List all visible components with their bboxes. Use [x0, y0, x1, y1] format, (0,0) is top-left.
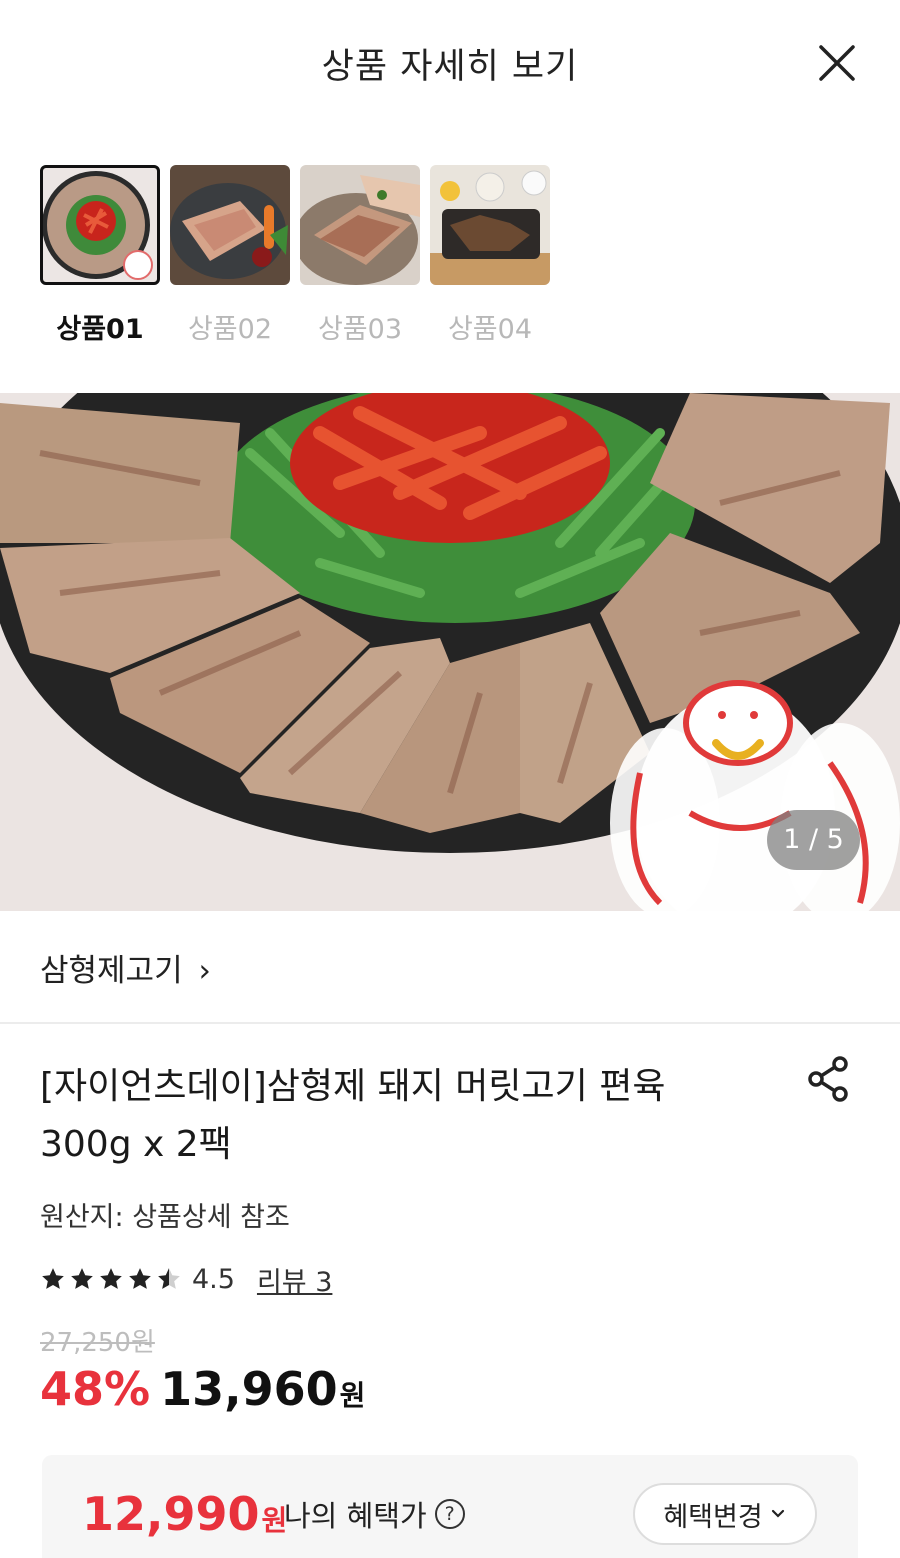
origin-info: 원산지: 상품상세 참조	[40, 1202, 290, 1233]
original-price: 27,250원	[40, 1328, 155, 1358]
share-button[interactable]	[804, 1054, 854, 1104]
product-title: [자이언츠데이]삼형제 돼지 머릿고기 편육 300g x 2팩	[40, 1058, 770, 1174]
rating-row: 4.5 리뷰 3	[40, 1260, 332, 1299]
chevron-down-icon	[771, 1509, 784, 1518]
star-icon	[129, 1268, 151, 1289]
thumbnail-image	[300, 165, 420, 285]
thumbnail-01[interactable]: 상품01	[40, 165, 160, 346]
product-main-image[interactable]	[0, 393, 900, 911]
thumbnail-03[interactable]: 상품03	[300, 165, 420, 346]
thumbnail-image	[430, 165, 550, 285]
close-button[interactable]	[814, 40, 860, 86]
star-icon	[71, 1268, 93, 1289]
benefit-price: 12,990 원	[82, 1487, 287, 1541]
thumbnail-label: 상품01	[56, 314, 144, 345]
price-unit: 원	[339, 1379, 366, 1412]
close-icon	[819, 45, 855, 81]
hero-photo	[0, 393, 900, 911]
star-icon	[42, 1268, 64, 1289]
star-icon	[100, 1268, 122, 1289]
thumbnail-label: 상품02	[187, 314, 273, 345]
thumbnail-label: 상품03	[317, 314, 403, 345]
rating-value: 4.5	[192, 1263, 235, 1295]
thumbnail-02[interactable]: 상품02	[170, 165, 290, 346]
benefit-label: 나의 혜택가	[284, 1499, 427, 1533]
discount-rate: 48%	[40, 1362, 151, 1416]
divider	[0, 1022, 900, 1024]
share-icon	[808, 1056, 848, 1102]
help-icon[interactable]: ?	[434, 1499, 465, 1529]
thumbnail-label: 상품04	[447, 314, 533, 345]
header: 상품 자세히 보기	[0, 0, 900, 125]
thumbnail-image	[170, 165, 290, 285]
store-link[interactable]: 삼형제고기 ›	[40, 945, 211, 990]
product-title-line2: 300g x 2팩	[40, 1124, 232, 1165]
review-link[interactable]: 리뷰 3	[257, 1260, 332, 1299]
product-title-line1: [자이언츠데이]삼형제 돼지 머릿고기 편육	[40, 1066, 666, 1107]
thumbnail-strip: 상품01 상품02 상품03 상품04	[40, 165, 640, 345]
thumbnail-04[interactable]: 상품04	[430, 165, 550, 346]
thumbnail-image	[40, 165, 160, 285]
benefit-label-group: 나의 혜택가 ?	[284, 1493, 465, 1535]
image-counter: 1 / 5	[767, 810, 860, 870]
half-star-icon	[158, 1268, 180, 1289]
change-benefit-label: 혜택변경	[663, 1501, 763, 1533]
benefit-amount: 12,990	[82, 1487, 260, 1541]
price-row: 48% 13,960 원	[40, 1362, 365, 1416]
chevron-right-icon: ›	[198, 953, 211, 989]
store-name: 삼형제고기	[40, 953, 183, 989]
star-rating	[40, 1266, 182, 1292]
sale-price: 13,960	[160, 1362, 338, 1416]
change-benefit-button[interactable]: 혜택변경	[633, 1483, 817, 1545]
benefit-box: 12,990 원 나의 혜택가 ? 혜택변경	[42, 1455, 858, 1558]
page-title: 상품 자세히 보기	[321, 47, 579, 87]
